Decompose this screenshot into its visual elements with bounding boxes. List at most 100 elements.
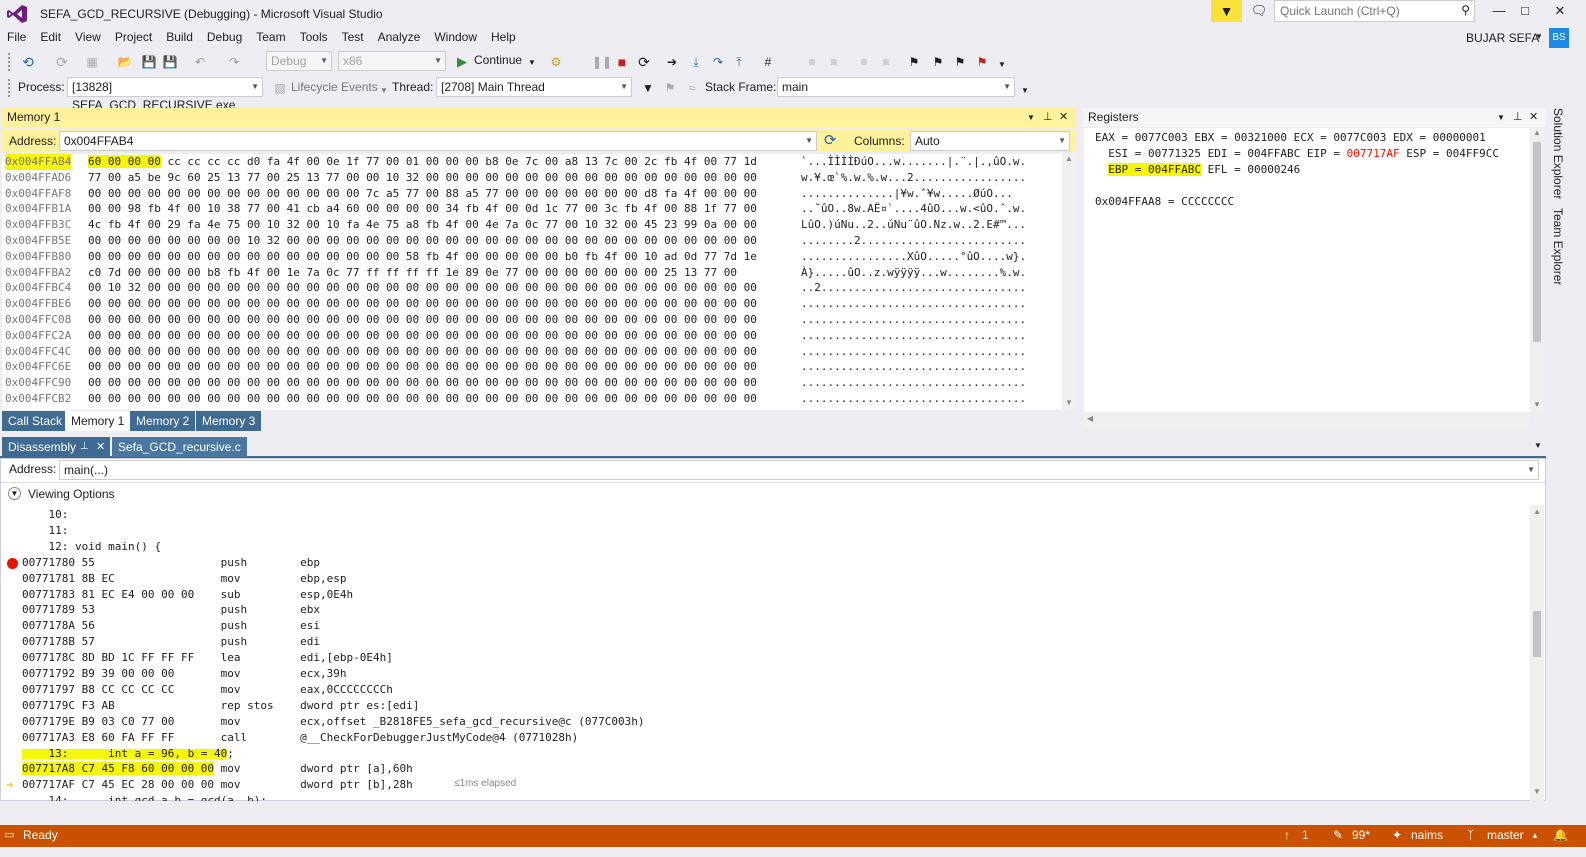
memory-row-hex[interactable]: 00 00 00 00 00 00 00 00 00 00 00 00 00 0…	[88, 328, 757, 344]
disassembly-line[interactable]: 00771789 53 push ebx	[22, 602, 320, 618]
continue-play-icon[interactable]: ▶	[454, 54, 470, 70]
close-icon[interactable]: ✕	[96, 437, 105, 457]
restart-icon[interactable]: ⟳	[636, 54, 652, 70]
user-menu-chevron-icon[interactable]: ▼	[1535, 32, 1543, 41]
memory-row-hex[interactable]: 00 00 00 00 00 00 00 00 00 00 00 00 00 0…	[88, 344, 757, 360]
new-project-icon[interactable]: ▦	[84, 54, 100, 70]
repository-name[interactable]: naims	[1411, 828, 1443, 842]
memory-row-hex[interactable]: 77 00 a5 be 9c 60 25 13 77 00 25 13 77 0…	[88, 170, 757, 186]
pin-icon[interactable]: ⊥	[80, 437, 89, 457]
save-all-icon[interactable]: 💾	[162, 54, 178, 70]
tab-call-stack[interactable]: Call Stack	[2, 411, 69, 431]
reevaluate-icon[interactable]: ⟳	[824, 131, 837, 149]
scroll-thumb[interactable]	[1533, 611, 1541, 657]
scroll-up-icon[interactable]: ▲	[1533, 507, 1541, 516]
stack-frame-select[interactable]: main ▼	[777, 77, 1015, 97]
step-over-icon[interactable]: ↷	[710, 54, 726, 70]
memory-scrollbar[interactable]: ▲ ▼	[1062, 154, 1076, 410]
memory-row-hex[interactable]: 00 00 98 fb 4f 00 10 38 77 00 41 cb a4 6…	[88, 201, 757, 217]
menu-window[interactable]: Window	[427, 28, 484, 46]
memory-address-input[interactable]: 0x004FFAB4 ▼	[59, 131, 817, 151]
close-icon[interactable]: ✕	[1529, 108, 1538, 127]
branch-icon[interactable]: ᛉ	[1467, 828, 1474, 842]
disassembly-address-input[interactable]: main(...) ▼	[59, 460, 1539, 480]
registers-scrollbar[interactable]: ▲ ▼	[1530, 128, 1544, 412]
platform-select[interactable]: x86 ▼	[338, 51, 446, 71]
memory-window-titlebar[interactable]: Memory 1 ▼ ⊥ ✕	[2, 108, 1076, 127]
disassembly-line[interactable]: 00771797 B8 CC CC CC CC mov eax,0CCCCCCC…	[22, 682, 393, 698]
outdent-icon[interactable]: ≡	[878, 54, 894, 70]
scroll-up-icon[interactable]: ▲	[1533, 128, 1541, 137]
scroll-down-icon[interactable]: ▼	[1065, 398, 1073, 407]
feedback-icon[interactable]: 🗨	[1250, 3, 1268, 19]
collapse-chevron-icon[interactable]: ▼	[8, 487, 21, 500]
menu-team[interactable]: Team	[249, 28, 292, 46]
tab-disassembly[interactable]: Disassembly ⊥ ✕	[2, 437, 110, 457]
hex-display-icon[interactable]: #	[760, 54, 776, 70]
memory-grid[interactable]: 0x004FFAB4 60 00 00 00 cc cc cc cc d0 fa …	[2, 154, 1062, 410]
disassembly-line[interactable]: 13: int a = 96, b = 40;	[22, 745, 234, 762]
tab-memory-2[interactable]: Memory 2	[130, 411, 196, 431]
disassembly-line[interactable]: 14: int gcd a b = gcd(a, b);	[22, 793, 267, 801]
close-button[interactable]: ✕	[1538, 0, 1582, 22]
toolbar-grip[interactable]	[8, 79, 12, 97]
lifecycle-chevron-icon[interactable]: ▼	[376, 83, 392, 99]
menu-file[interactable]: File	[0, 28, 33, 46]
branch-chevron-icon[interactable]: ▲	[1531, 831, 1539, 840]
memory-row-hex[interactable]: 00 00 00 00 00 00 00 00 00 00 00 00 00 0…	[88, 249, 757, 265]
team-explorer-tab[interactable]: Team Explorer	[1551, 208, 1565, 285]
uncomment-icon[interactable]: ≡	[826, 54, 842, 70]
scroll-down-icon[interactable]: ▼	[1533, 787, 1541, 796]
notification-filter-icon[interactable]: ▼	[1211, 0, 1242, 22]
lifecycle-events-button[interactable]: Lifecycle Events	[291, 77, 378, 97]
menu-debug[interactable]: Debug	[200, 28, 249, 46]
search-icon[interactable]: ⚲	[1461, 3, 1470, 17]
disassembly-line[interactable]: 00771780 55 push ebp	[22, 555, 320, 571]
viewing-options-toggle[interactable]: Viewing Options	[28, 487, 115, 501]
registers-window-titlebar[interactable]: Registers ▼ ⊥ ✕	[1083, 108, 1546, 127]
disassembly-line[interactable]: 11:	[22, 523, 68, 539]
continue-button[interactable]: Continue	[474, 50, 522, 70]
menu-test[interactable]: Test	[335, 28, 371, 46]
disassembly-line[interactable]: 00771792 B9 39 00 00 00 mov ecx,39h	[22, 666, 347, 682]
disassembly-line[interactable]: 0077178C 8D BD 1C FF FF FF lea edi,[ebp-…	[22, 650, 393, 666]
disassembly-line[interactable]: 0077179C F3 AB rep stos dword ptr es:[ed…	[22, 698, 419, 714]
step-out-icon[interactable]: ⤒	[731, 54, 747, 70]
toolbar-overflow-icon[interactable]: ▼	[1017, 83, 1033, 99]
show-next-statement-icon[interactable]: ➔	[664, 54, 680, 70]
unpublished-count[interactable]: 1	[1302, 828, 1309, 842]
step-into-icon[interactable]: ⤓	[688, 54, 704, 70]
menu-view[interactable]: View	[68, 28, 108, 46]
disassembly-line[interactable]: 007717AF C7 45 EC 28 00 00 00 mov dword …	[22, 777, 413, 793]
tab-list-dropdown-icon[interactable]: ▼	[1534, 441, 1542, 450]
tab-source-file[interactable]: Sefa_GCD_recursive.c	[112, 437, 247, 457]
disassembly-line[interactable]: 0077178B 57 push edi	[22, 634, 320, 650]
configuration-select[interactable]: Debug ▼	[266, 51, 332, 71]
menu-help[interactable]: Help	[484, 28, 523, 46]
clear-bookmarks-icon[interactable]: ⚑	[974, 54, 990, 70]
memory-row-hex[interactable]: 60 00 00 00 cc cc cc cc d0 fa 4f 00 0e 1…	[88, 154, 757, 170]
disassembly-line[interactable]: 0077179E B9 03 C0 77 00 mov ecx,offset _…	[22, 714, 645, 730]
memory-row-hex[interactable]: 4c fb 4f 00 29 fa 4e 75 00 10 32 00 10 f…	[88, 217, 757, 233]
break-all-icon[interactable]: ❚❚	[592, 54, 612, 70]
registers-hscrollbar[interactable]: ◀	[1084, 412, 1530, 429]
disassembly-line[interactable]: 007717A8 C7 45 F8 60 00 00 00 mov dword …	[22, 761, 413, 777]
quick-launch-box[interactable]: ⚲	[1274, 0, 1475, 22]
disassembly-line[interactable]: 007717A3 E8 60 FA FF FF call @__CheckFor…	[22, 730, 578, 746]
memory-row-hex[interactable]: 00 10 32 00 00 00 00 00 00 00 00 00 00 0…	[88, 280, 757, 296]
continue-dropdown-icon[interactable]: ▼	[524, 55, 540, 71]
registers-content[interactable]: EAX = 0077C003 EBX = 00321000 ECX = 0077…	[1084, 128, 1530, 412]
toolbar-overflow-icon[interactable]: ▼	[994, 57, 1010, 73]
disassembly-code[interactable]: 10: 11: 12: void main() {00771780 55 pus…	[1, 505, 1529, 801]
thread-select[interactable]: [2708] Main Thread ▼	[436, 77, 632, 97]
repository-icon[interactable]: ✦	[1392, 828, 1402, 842]
disassembly-line[interactable]: 12: void main() {	[22, 539, 161, 555]
menu-project[interactable]: Project	[108, 28, 159, 46]
disassembly-line[interactable]: 00771783 81 EC E4 00 00 00 sub esp,0E4h	[22, 587, 353, 603]
pencil-icon[interactable]: ✎	[1333, 828, 1343, 842]
avatar[interactable]: BS	[1549, 28, 1569, 48]
memory-row-hex[interactable]: 00 00 00 00 00 00 00 00 10 32 00 00 00 0…	[88, 233, 757, 249]
window-position-icon[interactable]: ▼	[1497, 108, 1505, 127]
menu-tools[interactable]: Tools	[293, 28, 335, 46]
columns-select[interactable]: Auto ▼	[910, 131, 1070, 151]
